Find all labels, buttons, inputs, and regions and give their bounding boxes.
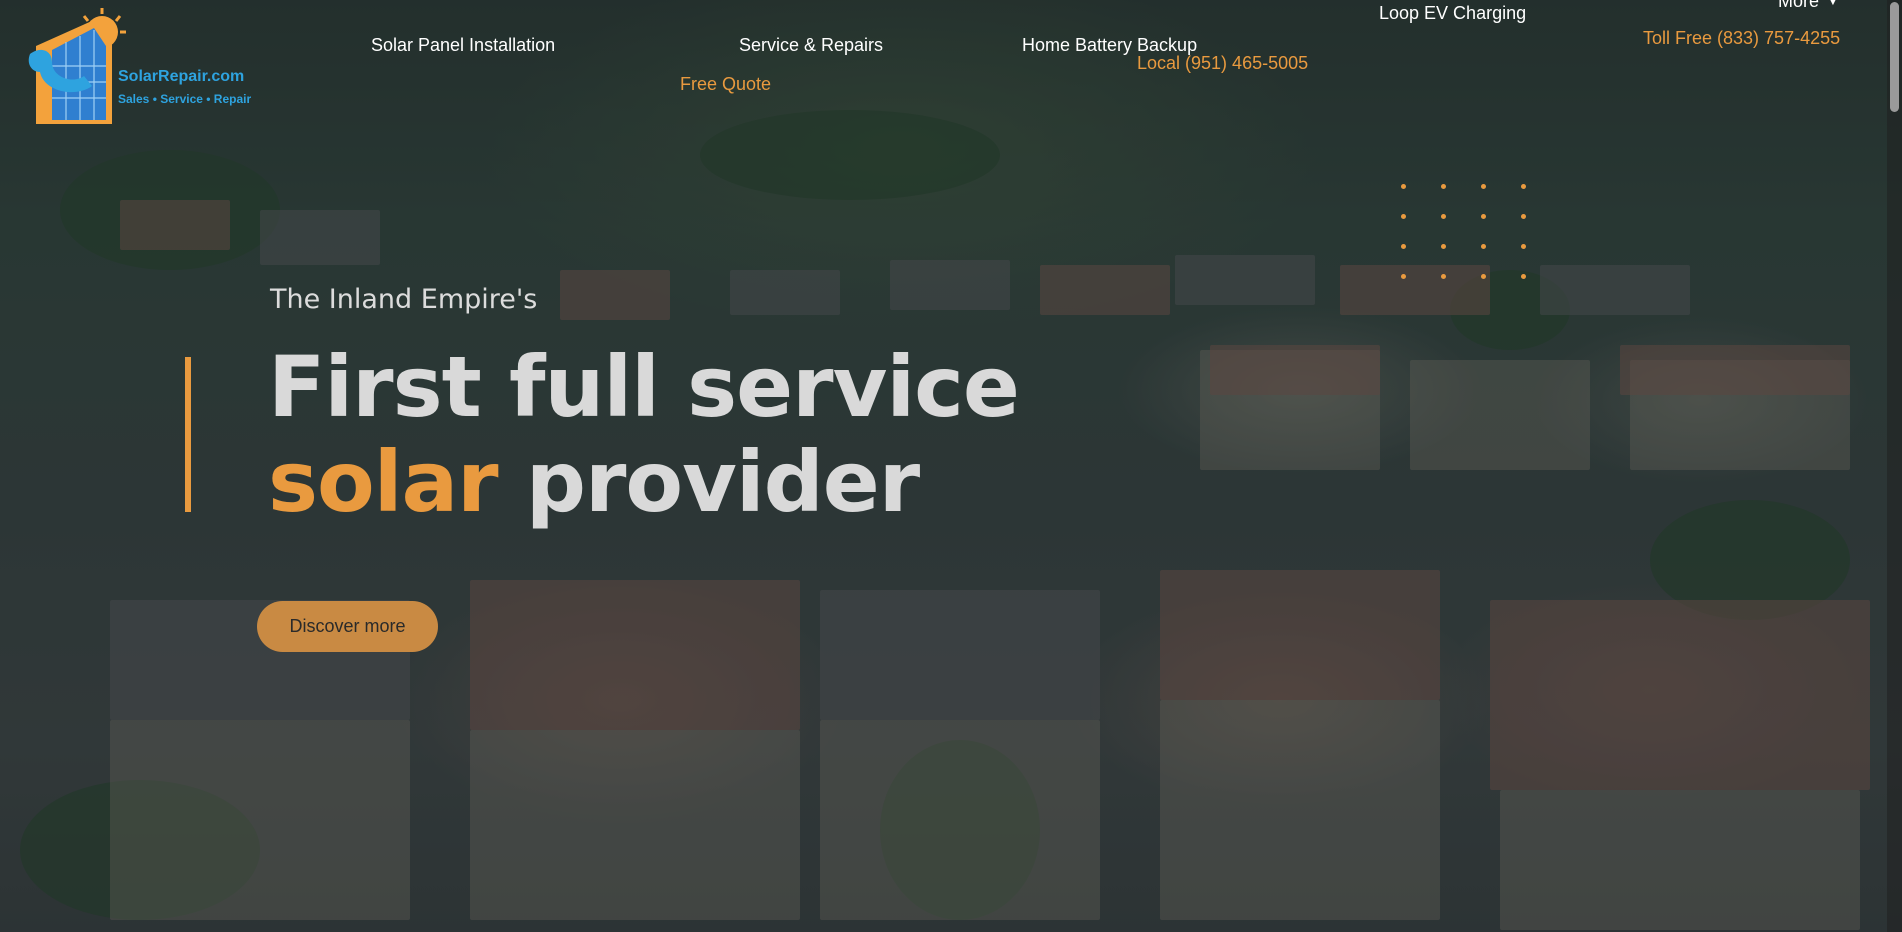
nav-service-repairs[interactable]: Service & Repairs (739, 35, 883, 56)
site-logo[interactable]: SolarRepair.com Sales • Service • Repair (22, 6, 262, 128)
decorative-dot-grid (1401, 184, 1531, 284)
headline-rest: provider (525, 433, 920, 531)
free-quote-link[interactable]: Free Quote (680, 74, 771, 95)
solar-house-logo-icon (28, 8, 126, 124)
headline-highlight-word: solar (268, 433, 499, 531)
hero-headline: First full service solar provider (268, 338, 1020, 531)
hero-subtitle: The Inland Empire's (270, 284, 538, 315)
chevron-down-icon: ▼ (1827, 0, 1839, 8)
headline-line-1: First full service (268, 338, 1020, 436)
discover-more-button[interactable]: Discover more (257, 601, 438, 652)
nav-loop-ev-charging[interactable]: Loop EV Charging (1379, 3, 1526, 24)
page-scrollbar[interactable] (1887, 0, 1902, 932)
local-phone-link[interactable]: Local (951) 465-5005 (1137, 53, 1308, 74)
nav-more-dropdown[interactable]: More ▼ (1778, 0, 1839, 12)
logo-brand-name: SolarRepair.com (118, 68, 245, 85)
toll-free-phone-link[interactable]: Toll Free (833) 757-4255 (1643, 28, 1840, 49)
scrollbar-thumb[interactable] (1890, 2, 1899, 112)
nav-solar-panel-installation[interactable]: Solar Panel Installation (371, 35, 555, 56)
headline-accent-bar (185, 357, 191, 512)
nav-more-label: More (1778, 0, 1820, 11)
logo-tagline: Sales • Service • Repair (118, 92, 252, 106)
